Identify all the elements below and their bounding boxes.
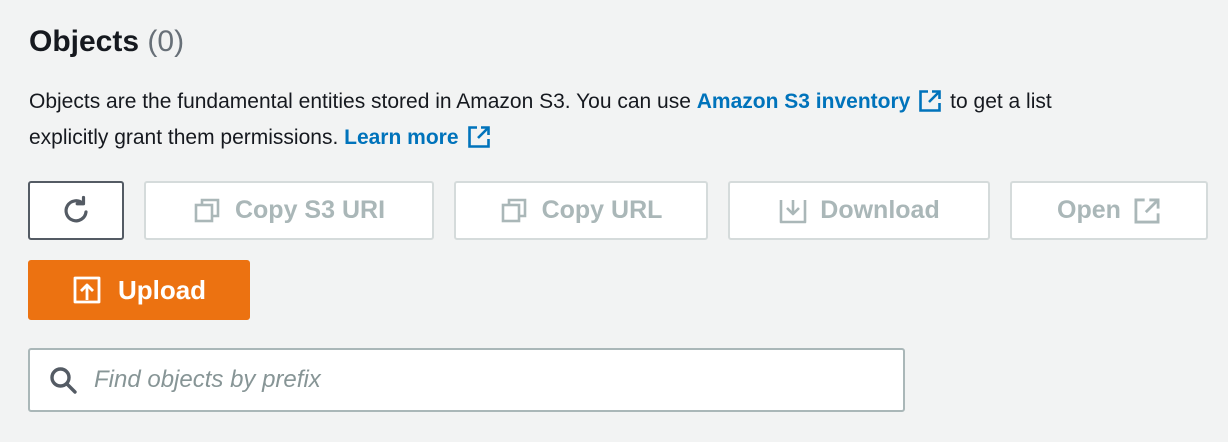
object-count: (0) xyxy=(147,25,185,58)
upload-button[interactable]: Upload xyxy=(28,260,250,320)
title-text: Objects xyxy=(29,25,140,58)
copy-s3-uri-button[interactable]: Copy S3 URI xyxy=(144,181,434,240)
external-link-icon[interactable] xyxy=(918,89,942,113)
open-label: Open xyxy=(1057,196,1121,224)
copy-url-button[interactable]: Copy URL xyxy=(454,181,708,240)
refresh-button[interactable] xyxy=(28,181,124,240)
open-button[interactable]: Open xyxy=(1010,181,1208,240)
search-input[interactable] xyxy=(94,366,854,394)
external-link-icon[interactable] xyxy=(467,125,491,149)
description-text-2: explicitly grant them permissions. xyxy=(29,126,345,149)
copy-url-label: Copy URL xyxy=(541,196,663,224)
download-label: Download xyxy=(820,196,940,224)
search-box[interactable] xyxy=(28,348,905,412)
copy-icon xyxy=(194,198,220,222)
upload-label: Upload xyxy=(117,274,207,305)
copy-icon xyxy=(501,198,526,222)
download-icon xyxy=(779,199,807,223)
search-icon xyxy=(50,367,77,394)
description-line-1: Objects are the fundamental entities sto… xyxy=(29,84,1228,120)
copy-s3-uri-label: Copy S3 URI xyxy=(234,196,386,224)
description-line-2: explicitly grant them permissions. Learn… xyxy=(29,120,1228,156)
objects-description: Objects are the fundamental entities sto… xyxy=(29,84,1228,156)
page-title: Objects (0) xyxy=(29,22,184,62)
download-button[interactable]: Download xyxy=(728,181,990,240)
s3-inventory-link[interactable]: Amazon S3 inventory xyxy=(697,90,911,113)
external-link-icon xyxy=(1134,198,1160,223)
description-text-1-rest: to get a list xyxy=(944,90,1052,113)
upload-icon xyxy=(73,276,101,304)
refresh-icon xyxy=(64,195,88,222)
description-text-1: Objects are the fundamental entities sto… xyxy=(29,90,697,113)
learn-more-link[interactable]: Learn more xyxy=(344,126,458,149)
